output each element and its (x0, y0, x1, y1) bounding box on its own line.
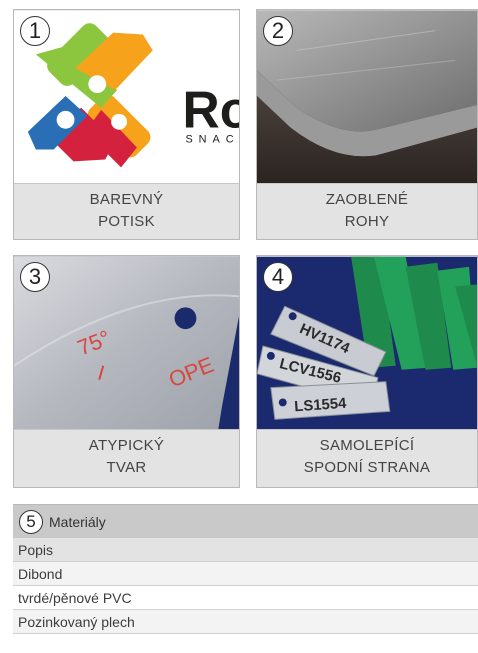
number-badge: 2 (263, 16, 293, 46)
table-row: tvrdé/pěnové PVC (13, 586, 478, 610)
card-caption: ATYPICKÝ TVAR (14, 429, 239, 487)
card-caption: BAREVNÝ POTISK (14, 183, 239, 239)
materials-table: 5 Materiály Popis Dibond tvrdé/pěnové PV… (13, 504, 478, 634)
logo-subtext: SNAC (185, 134, 239, 146)
table-row: Dibond (13, 562, 478, 586)
material-name: Pozinkovaný plech (18, 613, 135, 630)
product-card-custom-shape[interactable]: 3 75° OPE ATYPICKÝ TVAR (13, 255, 240, 488)
material-name: tvrdé/pěnové PVC (18, 589, 132, 606)
caption-line-1: SAMOLEPÍCÍ (319, 437, 415, 454)
caption-line-2: SPODNÍ STRANA (303, 459, 431, 476)
table-subheader: Popis (13, 538, 478, 562)
product-card-rounded-corners[interactable]: 2 ZAOBLENÉ ROHY (256, 9, 478, 240)
product-card-color-print[interactable]: 1 Ro SNAC BAREVNÝ POTISK (13, 9, 240, 240)
number-badge: 3 (20, 262, 50, 292)
caption-line-2: POTISK (98, 213, 155, 230)
caption-line-2: TVAR (106, 459, 147, 476)
number-badge: 5 (19, 509, 43, 534)
logo-text: Ro (183, 81, 239, 139)
caption-line-1: ATYPICKÝ (88, 437, 165, 454)
material-name: Dibond (18, 565, 63, 582)
number-badge: 1 (20, 16, 50, 46)
number-badge: 4 (263, 262, 293, 292)
card-caption: ZAOBLENÉ ROHY (257, 183, 477, 239)
caption-line-1: ZAOBLENÉ (325, 191, 409, 208)
description-label: Popis (18, 541, 54, 558)
materials-title: Materiály (49, 513, 106, 530)
card-caption: SAMOLEPÍCÍ SPODNÍ STRANA (257, 429, 477, 487)
table-row: Pozinkovaný plech (13, 610, 478, 634)
caption-line-1: BAREVNÝ (89, 191, 164, 208)
caption-line-2: ROHY (344, 213, 390, 230)
product-card-self-adhesive[interactable]: 4 HV1174 LCV1556 LS1554 SAMOLEPÍCÍ SPODN… (256, 255, 478, 488)
materials-table-header[interactable]: 5 Materiály (13, 505, 478, 538)
